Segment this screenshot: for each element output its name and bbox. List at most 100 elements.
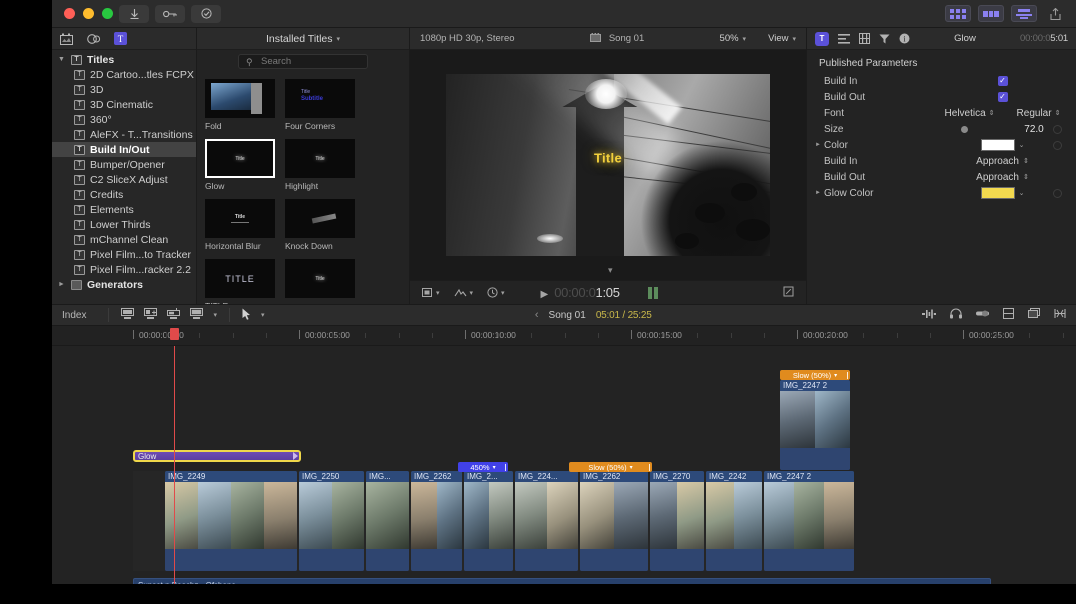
effects-inspector-tab[interactable] <box>879 34 890 44</box>
solo-icon[interactable] <box>976 309 989 321</box>
param-row-build-in[interactable]: Build In ✓ <box>807 73 1076 89</box>
sidebar-item-pixel-film-racker-2-2[interactable]: T Pixel Film...racker 2.2 <box>52 262 196 277</box>
title-clip-glow[interactable]: Glow <box>133 450 301 462</box>
view-options-popup[interactable]: View ▾ <box>768 33 796 44</box>
audio-clip[interactable]: Sunset n Beachz - Ofshane <box>133 578 991 584</box>
param-row-build-out[interactable]: Build Out ✓ <box>807 89 1076 105</box>
timeline-layout-button[interactable] <box>1011 5 1037 22</box>
chevron-down-icon[interactable]: ▾ <box>213 311 217 319</box>
reset-parameter-button[interactable] <box>1053 140 1062 150</box>
param-row-build-in[interactable]: Build In Approach ⇕ <box>807 153 1076 169</box>
browser-layout-button[interactable] <box>945 5 971 22</box>
timeline-clip[interactable]: IMG... <box>366 471 409 571</box>
sidebar-item-bumper-opener[interactable]: T Bumper/Opener <box>52 157 196 172</box>
sidebar-item-3d[interactable]: T 3D <box>52 82 196 97</box>
color-swatch[interactable] <box>980 187 1015 199</box>
param-value[interactable]: ✓ <box>929 76 1076 86</box>
titles-thumbnail-grid[interactable]: Fold Title Subtitle Four Corners Title Glow Ti… <box>197 73 409 304</box>
disclosure-closed-icon[interactable]: ► <box>815 142 824 148</box>
overwrite-icon[interactable] <box>190 308 204 322</box>
font-family-popup[interactable]: Helvetica ⇕ <box>945 108 995 119</box>
headphones-icon[interactable] <box>950 308 962 322</box>
timeline-clip[interactable]: IMG_2270 <box>650 471 704 571</box>
timeline-clip[interactable]: IMG_2242 <box>706 471 762 571</box>
timeline-history-back-button[interactable]: ‹ <box>535 309 539 321</box>
timeline-clip[interactable]: IMG_2250 <box>299 471 364 571</box>
timeline-clip[interactable]: IMG_2262 <box>580 471 648 571</box>
title-thumbnail-item[interactable]: Title <box>285 259 355 304</box>
sidebar-item-alefx-t-transitions[interactable]: T AleFX - T...Transitions <box>52 127 196 142</box>
sidebar-item-generators[interactable]: ► Generators <box>52 277 196 292</box>
audio-meter-icon[interactable] <box>1003 308 1014 322</box>
crop-transform-button[interactable]: ▾ <box>422 287 440 298</box>
insert-icon[interactable] <box>144 308 158 322</box>
chevron-down-icon[interactable]: ▾ <box>261 311 265 319</box>
close-window-button[interactable] <box>64 8 75 19</box>
keyword-button[interactable] <box>155 4 185 23</box>
connected-clip[interactable]: IMG_2247 2 <box>780 380 850 470</box>
sidebar-item-mchannel-clean[interactable]: TmChannel Clean <box>52 232 196 247</box>
sidebar-item-lower-thirds[interactable]: T Lower Thirds <box>52 217 196 232</box>
info-inspector-tab[interactable]: i <box>899 33 910 44</box>
sidebar-item-titles[interactable]: ▼ T Titles <box>52 52 196 67</box>
disclosure-closed-icon[interactable]: ► <box>58 281 66 288</box>
playhead-handle[interactable] <box>170 328 179 340</box>
param-row-font[interactable]: Font Helvetica ⇕ Regular ⇕ <box>807 105 1076 121</box>
sidebar-item-elements[interactable]: T Elements <box>52 202 196 217</box>
sidebar-item-build-in-out[interactable]: T Build In/Out <box>52 142 196 157</box>
sidebar-item-c2-slicex-adjust[interactable]: T C2 SliceX Adjust <box>52 172 196 187</box>
reset-parameter-button[interactable] <box>1053 124 1062 134</box>
sidebar-item-3d-cinematic[interactable]: T 3D Cinematic <box>52 97 196 112</box>
font-style-popup[interactable]: Regular ⇕ <box>1017 108 1061 119</box>
color-board-button[interactable]: ▾ <box>454 288 473 298</box>
clip-appearance-icon[interactable] <box>1028 308 1040 322</box>
text-inspector-tab[interactable] <box>838 33 850 44</box>
speed-badge[interactable]: Slow (50%) ▾ <box>569 462 652 472</box>
titles-generators-icon[interactable]: T <box>114 32 128 45</box>
background-tasks-button[interactable] <box>191 4 221 23</box>
title-thumbnail-item[interactable]: Fold <box>205 79 275 131</box>
sidebar-item-2d-cartoo-tles-fcpx[interactable]: T 2D Cartoo...tles FCPX <box>52 67 196 82</box>
title-thumbnail-item[interactable]: Title Glow <box>205 139 275 191</box>
param-value[interactable]: ✓ <box>929 92 1076 102</box>
play-icon[interactable]: ▶ <box>541 289 549 300</box>
connect-icon[interactable] <box>167 308 181 322</box>
title-thumbnail-item[interactable]: Title Highlight <box>285 139 355 191</box>
disclosure-open-icon[interactable]: ▼ <box>58 56 66 63</box>
param-value[interactable]: Approach ⇕ <box>929 172 1076 183</box>
timeline-clip[interactable]: IMG_2249 <box>165 471 297 571</box>
param-number-field[interactable]: 72.0 <box>1024 124 1043 135</box>
installed-titles-popup[interactable]: Installed Titles ▾ <box>197 28 409 50</box>
minimize-window-button[interactable] <box>83 8 94 19</box>
select-tool-icon[interactable] <box>242 308 251 323</box>
timeline-clip[interactable]: IMG_2262 <box>411 471 462 571</box>
viewer-timecode[interactable]: ▶ 00:00:0 1:05 <box>541 285 620 300</box>
expand-viewer-button[interactable] <box>783 286 794 300</box>
chevron-down-icon[interactable]: ⌄ <box>1019 189 1025 197</box>
retime-button[interactable]: ▾ <box>487 287 505 298</box>
timeline-ruler[interactable]: 00:00:00:00 00:00:05:00 00:00:10:00 00:00:1… <box>52 326 1076 346</box>
title-thumbnail-item[interactable]: TITLE TITLE <box>205 259 275 304</box>
search-input[interactable]: ⚲ Search <box>238 54 368 69</box>
audio-skimmer-icon[interactable] <box>922 309 936 322</box>
param-row-size[interactable]: Size 72.0 <box>807 121 1076 137</box>
disclosure-closed-icon[interactable]: ► <box>815 190 824 196</box>
speed-badge-connected[interactable]: Slow (50%) ▾ <box>780 370 850 380</box>
slider-handle[interactable] <box>961 125 969 133</box>
reset-parameter-button[interactable] <box>1053 188 1062 198</box>
title-thumbnail-item[interactable]: Title Subtitle Four Corners <box>285 79 355 131</box>
timeline-clip[interactable]: IMG_2... <box>464 471 513 571</box>
title-thumbnail-item[interactable]: Title Horizontal Blur <box>205 199 275 251</box>
chevron-down-icon[interactable]: ⌄ <box>1019 141 1025 149</box>
video-inspector-tab[interactable] <box>859 33 870 44</box>
param-row-glow-color[interactable]: ► Glow Color ⌄ <box>807 185 1076 201</box>
sidebar-item-credits[interactable]: T Credits <box>52 187 196 202</box>
primary-storyline[interactable]: IMG_2249 IMG_2250 IMG... IMG_2262 IMG_2... IM… <box>133 471 854 571</box>
timeline-clip[interactable]: IMG_224... <box>515 471 578 571</box>
tool-selector[interactable]: ▾ <box>242 308 265 323</box>
color-swatch[interactable] <box>980 139 1015 151</box>
effects-icon[interactable] <box>87 32 101 45</box>
timeline-settings-icon[interactable] <box>1054 308 1066 322</box>
sidebar-item-360[interactable]: T 360° <box>52 112 196 127</box>
share-button[interactable] <box>1044 5 1066 23</box>
